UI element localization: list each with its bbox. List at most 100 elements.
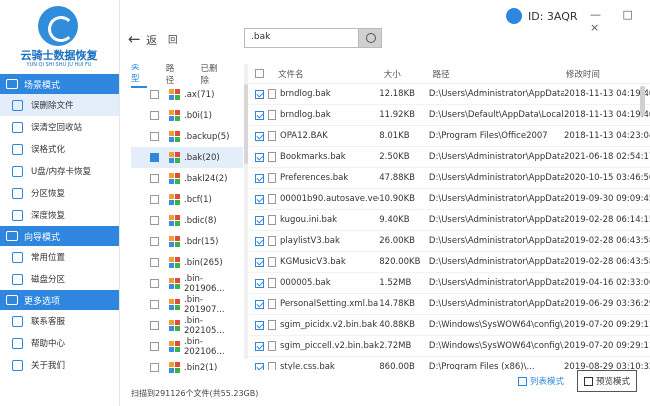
row-checkbox[interactable]	[255, 341, 264, 351]
sidebar-item-common-locations[interactable]: 常用位置	[0, 246, 119, 268]
sidebar-item-recycle-bin[interactable]: 误清空回收站	[0, 116, 119, 138]
sidebar-item-label: 联系客服	[31, 317, 66, 327]
brand-logo: 云骑士数据恢复 YUN QI SHI SHU JU HUI FU	[0, 0, 119, 74]
tree-row[interactable]: .backup(5)	[131, 126, 243, 147]
tree-row-checkbox[interactable]	[150, 279, 159, 288]
tree-row[interactable]: .bdr(15)	[131, 231, 243, 252]
sidebar-item-support[interactable]: 联系客服	[0, 310, 119, 332]
tree-row[interactable]: .bin-201906...	[131, 273, 243, 294]
row-checkbox[interactable]	[255, 194, 264, 204]
sidebar-item-about[interactable]: 关于我们	[0, 354, 119, 376]
sidebar-item-deep-scan[interactable]: 深度恢复	[0, 204, 119, 226]
sidebar-item-label: 常用位置	[31, 253, 66, 263]
sidebar-item-deleted-files[interactable]: 误删除文件	[0, 94, 119, 116]
tree-row-checkbox[interactable]	[150, 132, 159, 141]
row-checkbox[interactable]	[255, 257, 264, 267]
tree-row[interactable]: .bin-202106...	[131, 336, 243, 357]
sidebar-item-partition[interactable]: 分区恢复	[0, 182, 119, 204]
row-checkbox[interactable]	[255, 215, 264, 225]
back-button[interactable]: ← 返	[128, 30, 157, 48]
tree-row-checkbox[interactable]	[150, 363, 159, 372]
tree-row-checkbox[interactable]	[150, 111, 159, 120]
file-path: D:\Users\Administrator\AppData...	[428, 89, 565, 99]
table-row[interactable]: 00001b90.autosave.veg...10.90KB D:\Users\…	[249, 189, 650, 210]
disk-icon	[12, 273, 23, 285]
tree-row-checkbox[interactable]	[150, 216, 159, 225]
tree-row[interactable]: .bakl24(2)	[131, 168, 243, 189]
file-type-icon	[169, 214, 181, 227]
type-tree: 类型 路径 已删除 .ax(71) .b0i(1) .backup(5) .bak(2…	[131, 64, 243, 374]
table-row[interactable]: style.css.bak 860.00B D:\Program Files (x8…	[249, 357, 650, 370]
table-row[interactable]: KGMusicV3.bak 820.00KB D:\Users\Administra…	[249, 252, 650, 273]
sidebar-item-usb[interactable]: U盘/内存卡恢复	[0, 160, 119, 182]
tree-row[interactable]: .bdic(8)	[131, 210, 243, 231]
row-checkbox[interactable]	[255, 278, 264, 288]
table-row[interactable]: sgim_picidx.v2.bin.bak 40.88KB D:\Windows\…	[249, 315, 650, 336]
table-row[interactable]: brndlog.bak 12.18KB D:\Users\Administrator…	[249, 84, 650, 105]
file-size: 11.92KB	[379, 110, 415, 120]
section-more-options: 更多选项	[0, 290, 119, 310]
list-view-button[interactable]: 列表模式	[518, 375, 564, 387]
file-path: D:\Users\Administrator\AppData...	[428, 299, 565, 309]
tree-row-checkbox[interactable]	[150, 321, 159, 330]
tree-row-checkbox[interactable]	[150, 237, 159, 246]
back-label-2[interactable]: 回	[168, 32, 178, 46]
tree-row-checkbox[interactable]	[150, 195, 159, 204]
sidebar-item-help[interactable]: 帮助中心	[0, 332, 119, 354]
row-checkbox[interactable]	[255, 173, 264, 183]
sidebar-item-format[interactable]: 误格式化	[0, 138, 119, 160]
tree-row-checkbox[interactable]	[150, 174, 159, 183]
tab-type[interactable]: 类型	[131, 64, 147, 88]
tree-scrollbar[interactable]	[244, 64, 248, 359]
row-checkbox[interactable]	[255, 236, 264, 246]
tree-row-checkbox[interactable]	[150, 300, 159, 309]
table-row[interactable]: 000005.bak 1.52MB D:\Users\Administrator\A…	[249, 273, 650, 294]
tree-row-checkbox[interactable]	[150, 258, 159, 267]
grid-scrollbar[interactable]	[640, 84, 646, 359]
table-row[interactable]: sgim_piccell.v2.bin.bak 2.72MB D:\Windows\…	[249, 336, 650, 357]
file-name-cell: KGMusicV3.bak	[268, 257, 379, 267]
row-checkbox[interactable]	[255, 131, 264, 141]
sidebar-item-disk-partition[interactable]: 磁盘分区	[0, 268, 119, 290]
header-name[interactable]: 文件名	[274, 68, 384, 80]
tree-row[interactable]: .bcf(1)	[131, 189, 243, 210]
preview-view-button[interactable]: 预览模式	[577, 370, 637, 392]
row-checkbox[interactable]	[255, 152, 264, 162]
select-all-checkbox[interactable]	[255, 69, 264, 78]
row-checkbox[interactable]	[255, 362, 264, 370]
header-date[interactable]: 修改时间	[566, 68, 650, 80]
row-checkbox[interactable]	[255, 320, 264, 330]
tree-row[interactable]: .bin(265)	[131, 252, 243, 273]
table-row[interactable]: Bookmarks.bak 2.50KB D:\Users\Administrato…	[249, 147, 650, 168]
file-icon	[268, 320, 276, 330]
tree-row[interactable]: .ax(71)	[131, 84, 243, 105]
row-checkbox[interactable]	[255, 89, 264, 99]
tree-row[interactable]: .bin-201907...	[131, 294, 243, 315]
window-controls[interactable]: — □ ×	[590, 8, 650, 34]
table-row[interactable]: playlistV3.bak 26.00KB D:\Users\Administra…	[249, 231, 650, 252]
table-row[interactable]: kugou.ini.bak 9.40KB D:\Users\Administrato…	[249, 210, 650, 231]
search-button[interactable]	[358, 28, 382, 48]
tab-deleted[interactable]: 已删除	[200, 64, 224, 86]
grid-scroll-thumb[interactable]	[640, 86, 645, 116]
header-path[interactable]: 路径	[433, 68, 566, 80]
tree-row-label: .bcf(1)	[184, 194, 212, 205]
table-row[interactable]: brndlog.bak 11.92KB D:\Users\Default\AppDa…	[249, 105, 650, 126]
tree-row-checkbox[interactable]	[150, 342, 159, 351]
tree-row[interactable]: .bin-202105...	[131, 315, 243, 336]
tab-path[interactable]: 路径	[166, 64, 182, 86]
tree-row[interactable]: .b0i(1)	[131, 105, 243, 126]
sidebar-item-label: 深度恢复	[31, 211, 66, 221]
brand-name: 云骑士数据恢复	[20, 49, 98, 62]
tree-scroll-thumb[interactable]	[244, 84, 248, 164]
row-checkbox[interactable]	[255, 110, 264, 120]
table-row[interactable]: Preferences.bak 47.88KB D:\Users\Administr…	[249, 168, 650, 189]
tree-row[interactable]: .bin2(1)	[131, 357, 243, 374]
table-row[interactable]: OPA12.BAK 8.01KB D:\Program Files\Office20…	[249, 126, 650, 147]
tree-row[interactable]: .bak(20)	[131, 147, 243, 168]
tree-row-checkbox[interactable]	[150, 90, 159, 99]
table-row[interactable]: PersonalSetting.xml.bak 14.78KB D:\Users\A…	[249, 294, 650, 315]
header-size[interactable]: 大小	[384, 68, 433, 80]
row-checkbox[interactable]	[255, 299, 264, 309]
tree-row-checkbox[interactable]	[150, 153, 159, 162]
